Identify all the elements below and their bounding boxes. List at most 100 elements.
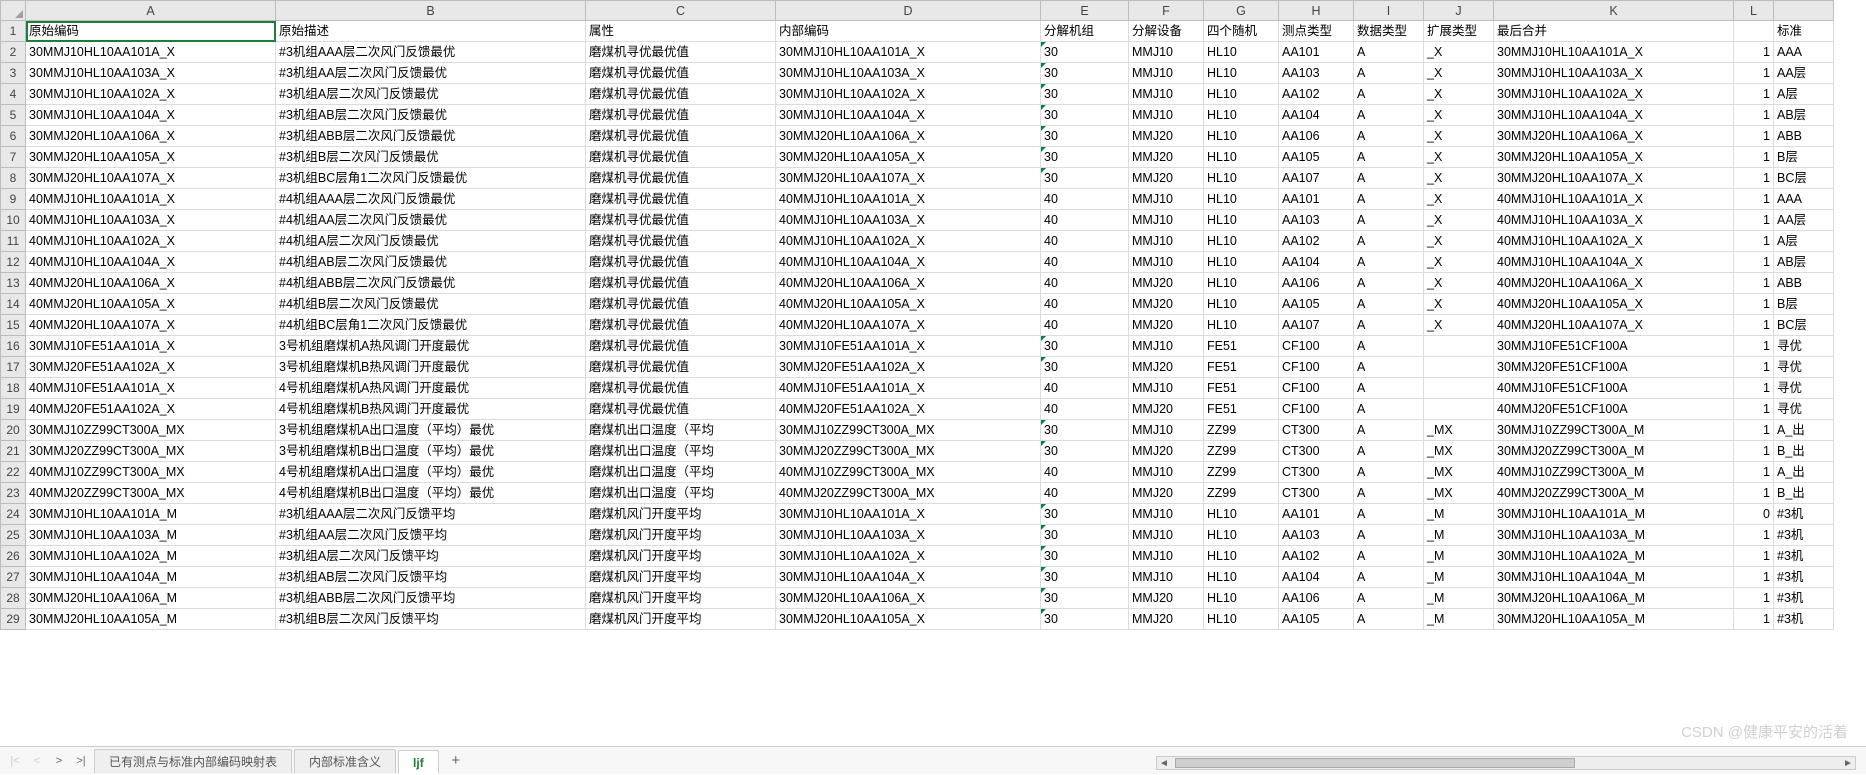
cell[interactable]: #3机组B层二次风门反馈平均 — [276, 609, 586, 630]
cell[interactable]: A — [1354, 315, 1424, 336]
cell[interactable]: 30MMJ20HL10AA105A_M — [26, 609, 276, 630]
row-number[interactable]: 21 — [0, 441, 26, 462]
row-number[interactable]: 5 — [0, 105, 26, 126]
cell[interactable]: 1 — [1734, 252, 1774, 273]
cell[interactable]: AA107 — [1279, 315, 1354, 336]
cell[interactable]: FE51 — [1204, 357, 1279, 378]
cell[interactable]: MMJ10 — [1129, 63, 1204, 84]
cell[interactable]: 30MMJ20ZZ99CT300A_M — [1494, 441, 1734, 462]
cell[interactable]: CT300 — [1279, 420, 1354, 441]
cell[interactable]: A — [1354, 609, 1424, 630]
row-number[interactable]: 13 — [0, 273, 26, 294]
cell[interactable]: 30 — [1041, 609, 1129, 630]
cell[interactable]: MMJ20 — [1129, 588, 1204, 609]
cell[interactable]: ZZ99 — [1204, 462, 1279, 483]
row-number[interactable]: 18 — [0, 378, 26, 399]
cell[interactable]: HL10 — [1204, 63, 1279, 84]
cell[interactable]: 40MMJ20FE51AA102A_X — [26, 399, 276, 420]
tab-nav-prev[interactable]: < — [26, 750, 48, 772]
cell[interactable]: MMJ10 — [1129, 525, 1204, 546]
cell[interactable]: _X — [1424, 294, 1494, 315]
cell[interactable]: CT300 — [1279, 483, 1354, 504]
cell[interactable]: 寻优 — [1774, 378, 1834, 399]
cell[interactable]: 30 — [1041, 84, 1129, 105]
cell[interactable] — [1424, 357, 1494, 378]
scroll-left-icon[interactable]: ◄ — [1157, 758, 1171, 769]
row-number[interactable]: 26 — [0, 546, 26, 567]
cell[interactable]: MMJ10 — [1129, 210, 1204, 231]
cell[interactable]: 磨煤机寻优最优值 — [586, 147, 776, 168]
cell[interactable]: MMJ10 — [1129, 252, 1204, 273]
cell[interactable]: 磨煤机风门开度平均 — [586, 588, 776, 609]
cell[interactable]: 标准 — [1774, 21, 1834, 42]
cell[interactable]: 40 — [1041, 315, 1129, 336]
cell[interactable]: 1 — [1734, 609, 1774, 630]
cell[interactable]: AA106 — [1279, 588, 1354, 609]
cell[interactable]: 40MMJ10ZZ99CT300A_MX — [26, 462, 276, 483]
cell[interactable]: MMJ10 — [1129, 504, 1204, 525]
col-header-H[interactable]: H — [1279, 0, 1354, 21]
cell[interactable]: A — [1354, 63, 1424, 84]
cell[interactable]: HL10 — [1204, 126, 1279, 147]
cell[interactable]: _X — [1424, 42, 1494, 63]
cell[interactable]: #3机组AAA层二次风门反馈平均 — [276, 504, 586, 525]
col-header-J[interactable]: J — [1424, 0, 1494, 21]
cell[interactable]: MMJ20 — [1129, 399, 1204, 420]
cell[interactable]: 30 — [1041, 546, 1129, 567]
cell[interactable]: A — [1354, 105, 1424, 126]
cell[interactable]: 4号机组磨煤机B出口温度（平均）最优 — [276, 483, 586, 504]
cell[interactable]: BC层 — [1774, 315, 1834, 336]
cell[interactable]: A — [1354, 273, 1424, 294]
cell[interactable]: 1 — [1734, 210, 1774, 231]
cell[interactable]: 4号机组磨煤机B热风调门开度最优 — [276, 399, 586, 420]
cell[interactable]: 1 — [1734, 420, 1774, 441]
cell[interactable]: MMJ10 — [1129, 42, 1204, 63]
row-number[interactable]: 17 — [0, 357, 26, 378]
cell[interactable]: 30MMJ20HL10AA107A_X — [1494, 168, 1734, 189]
cell[interactable]: AAA — [1774, 42, 1834, 63]
cell[interactable]: ABB — [1774, 126, 1834, 147]
cell[interactable]: A — [1354, 588, 1424, 609]
cell[interactable]: 磨煤机寻优最优值 — [586, 126, 776, 147]
cell[interactable]: 30MMJ10ZZ99CT300A_M — [1494, 420, 1734, 441]
cell[interactable]: 4号机组磨煤机A热风调门开度最优 — [276, 378, 586, 399]
row-number[interactable]: 7 — [0, 147, 26, 168]
cell[interactable]: _M — [1424, 546, 1494, 567]
cell[interactable]: 1 — [1734, 588, 1774, 609]
cell[interactable]: _M — [1424, 504, 1494, 525]
cell[interactable]: 40MMJ10HL10AA104A_X — [26, 252, 276, 273]
cell[interactable]: 30MMJ20ZZ99CT300A_MX — [776, 441, 1041, 462]
cell[interactable]: 磨煤机寻优最优值 — [586, 231, 776, 252]
cell[interactable]: 30MMJ10HL10AA104A_X — [776, 105, 1041, 126]
cell[interactable]: HL10 — [1204, 546, 1279, 567]
cell[interactable]: 30MMJ10HL10AA101A_M — [1494, 504, 1734, 525]
cell[interactable]: 30MMJ10HL10AA103A_M — [26, 525, 276, 546]
scroll-thumb[interactable] — [1175, 758, 1575, 768]
cell[interactable]: 磨煤机寻优最优值 — [586, 357, 776, 378]
cell[interactable]: 1 — [1734, 126, 1774, 147]
spreadsheet-grid[interactable]: A B C D E F G H I J K L 1 原始编码 原始描述 属性 内… — [0, 0, 1866, 746]
cell[interactable]: A — [1354, 294, 1424, 315]
cell[interactable]: MMJ10 — [1129, 336, 1204, 357]
cell[interactable]: 30MMJ20ZZ99CT300A_MX — [26, 441, 276, 462]
cell[interactable]: MMJ10 — [1129, 189, 1204, 210]
cell[interactable]: AA102 — [1279, 231, 1354, 252]
cell[interactable]: AAA — [1774, 189, 1834, 210]
cell[interactable]: 30MMJ10HL10AA102A_X — [776, 84, 1041, 105]
cell[interactable]: 30MMJ20HL10AA106A_X — [1494, 126, 1734, 147]
cell[interactable]: 40 — [1041, 483, 1129, 504]
cell[interactable]: 30 — [1041, 126, 1129, 147]
cell[interactable]: 30MMJ10HL10AA102A_X — [776, 546, 1041, 567]
row-number[interactable]: 15 — [0, 315, 26, 336]
cell[interactable]: #3机 — [1774, 609, 1834, 630]
cell[interactable]: 30MMJ20HL10AA106A_X — [776, 588, 1041, 609]
cell[interactable]: _X — [1424, 168, 1494, 189]
cell[interactable]: #3机组AAA层二次风门反馈最优 — [276, 42, 586, 63]
cell[interactable]: A — [1354, 210, 1424, 231]
tab-nav-first[interactable]: |< — [4, 750, 26, 772]
cell[interactable]: 40MMJ20HL10AA107A_X — [1494, 315, 1734, 336]
cell[interactable]: 40MMJ20HL10AA106A_X — [776, 273, 1041, 294]
tab-nav-next[interactable]: > — [48, 750, 70, 772]
cell[interactable]: 30MMJ20HL10AA107A_X — [776, 168, 1041, 189]
cell[interactable]: _X — [1424, 105, 1494, 126]
